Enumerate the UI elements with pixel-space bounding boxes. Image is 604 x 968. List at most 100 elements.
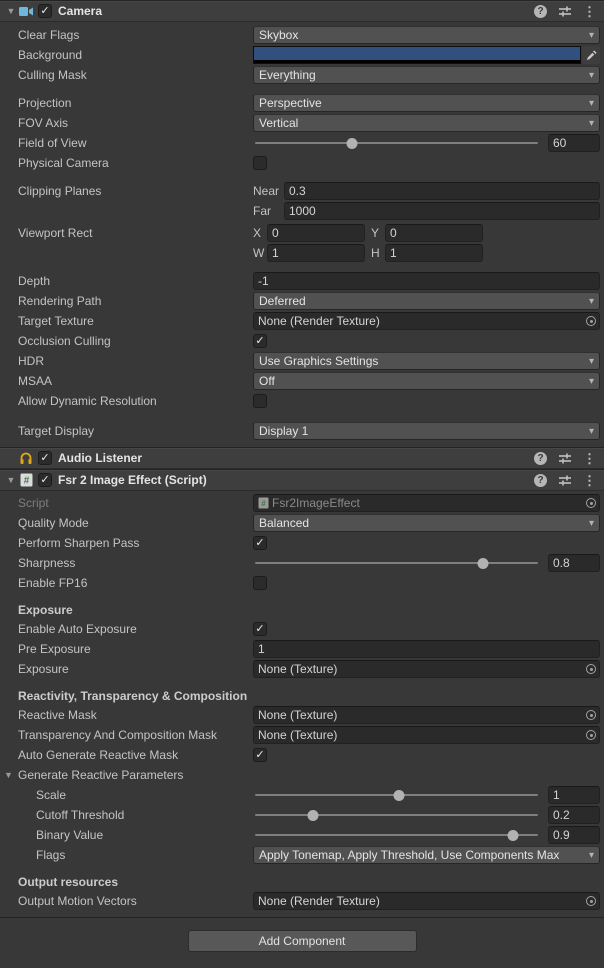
- more-menu-icon[interactable]: ⋮: [583, 452, 596, 465]
- perform-sharpen-pass-checkbox[interactable]: ✓: [253, 536, 267, 550]
- object-picker-icon[interactable]: [583, 727, 599, 743]
- output-motion-vectors-object-field[interactable]: None (Render Texture): [253, 892, 600, 910]
- msaa-dropdown[interactable]: Off ▾: [253, 372, 600, 390]
- physical-camera-checkbox[interactable]: ✓: [253, 156, 267, 170]
- eyedropper-icon[interactable]: [582, 46, 600, 64]
- target-display-dropdown[interactable]: Display 1 ▾: [253, 422, 600, 440]
- y-label: Y: [371, 226, 385, 240]
- foldout-open-icon[interactable]: ▼: [4, 770, 18, 780]
- binary-value-slider[interactable]: [253, 826, 540, 844]
- foldout-open-icon[interactable]: ▼: [4, 6, 18, 16]
- dropdown-value: Display 1: [259, 424, 308, 438]
- object-picker-icon[interactable]: [583, 893, 599, 909]
- scale-slider[interactable]: [253, 786, 540, 804]
- rendering-path-dropdown[interactable]: Deferred ▾: [253, 292, 600, 310]
- color-swatch[interactable]: [253, 46, 581, 64]
- viewport-x-field[interactable]: [267, 224, 365, 242]
- field-label: Auto Generate Reactive Mask: [18, 748, 253, 762]
- field-label: Occlusion Culling: [18, 334, 253, 348]
- slider-handle[interactable]: [477, 558, 488, 569]
- presets-icon[interactable]: [558, 5, 572, 18]
- enable-auto-exposure-checkbox[interactable]: ✓: [253, 622, 267, 636]
- field-label: Pre Exposure: [18, 642, 253, 656]
- viewport-w-input[interactable]: [268, 245, 364, 261]
- camera-enabled-checkbox[interactable]: ✓: [38, 4, 52, 18]
- add-component-button[interactable]: Add Component: [188, 930, 417, 952]
- culling-mask-dropdown[interactable]: Everything ▾: [253, 66, 600, 84]
- fov-axis-dropdown[interactable]: Vertical ▾: [253, 114, 600, 132]
- hdr-dropdown[interactable]: Use Graphics Settings ▾: [253, 352, 600, 370]
- pre-exposure-input[interactable]: [254, 641, 599, 657]
- enable-fp16-checkbox[interactable]: ✓: [253, 576, 267, 590]
- transparency-mask-object-field[interactable]: None (Texture): [253, 726, 600, 744]
- pre-exposure-field[interactable]: [253, 640, 600, 658]
- allow-dynamic-resolution-checkbox[interactable]: ✓: [253, 394, 267, 408]
- field-label: Field of View: [18, 136, 253, 150]
- slider-handle[interactable]: [347, 138, 358, 149]
- field-of-view-input[interactable]: [549, 135, 599, 151]
- sharpness-value[interactable]: [548, 554, 600, 572]
- clipping-near-input[interactable]: [285, 183, 599, 199]
- sharpness-slider[interactable]: [253, 554, 540, 572]
- background-color-field[interactable]: [253, 46, 600, 64]
- object-picker-icon[interactable]: [583, 661, 599, 677]
- viewport-y-field[interactable]: [385, 224, 483, 242]
- slider-handle[interactable]: [507, 830, 518, 841]
- field-of-view-slider[interactable]: [253, 134, 540, 152]
- binary-value-value[interactable]: [548, 826, 600, 844]
- presets-icon[interactable]: [558, 452, 572, 465]
- depth-field[interactable]: [253, 272, 600, 290]
- field-of-view-value[interactable]: [548, 134, 600, 152]
- help-icon[interactable]: ?: [534, 452, 547, 465]
- flags-dropdown[interactable]: Apply Tonemap, Apply Threshold, Use Comp…: [253, 846, 600, 864]
- slider-handle[interactable]: [394, 790, 405, 801]
- audio-listener-component-header[interactable]: ▼ ✓ Audio Listener ? ⋮: [0, 447, 604, 469]
- help-icon[interactable]: ?: [534, 474, 547, 487]
- cutoff-threshold-slider[interactable]: [253, 806, 540, 824]
- auto-generate-reactive-mask-checkbox[interactable]: ✓: [253, 748, 267, 762]
- object-picker-icon[interactable]: [583, 495, 599, 511]
- camera-component-header[interactable]: ▼ ✓ Camera ? ⋮: [0, 0, 604, 22]
- object-picker-icon[interactable]: [583, 707, 599, 723]
- field-row-transparency-mask: Transparency And Composition Mask None (…: [0, 725, 604, 745]
- quality-mode-dropdown[interactable]: Balanced ▾: [253, 514, 600, 532]
- more-menu-icon[interactable]: ⋮: [583, 5, 596, 18]
- foldout-open-icon[interactable]: ▼: [4, 475, 18, 485]
- field-label: Clear Flags: [18, 28, 253, 42]
- field-row-rendering-path: Rendering Path Deferred ▾: [0, 291, 604, 311]
- field-row-occlusion-culling: Occlusion Culling ✓: [0, 331, 604, 351]
- object-field-value: None (Texture): [258, 662, 583, 676]
- viewport-w-field[interactable]: [267, 244, 365, 262]
- cutoff-threshold-input[interactable]: [549, 807, 599, 823]
- cutoff-threshold-value[interactable]: [548, 806, 600, 824]
- fsr2-enabled-checkbox[interactable]: ✓: [38, 473, 52, 487]
- audio-listener-enabled-checkbox[interactable]: ✓: [38, 451, 52, 465]
- projection-dropdown[interactable]: Perspective ▾: [253, 94, 600, 112]
- clipping-far-field[interactable]: [284, 202, 600, 220]
- clipping-far-input[interactable]: [285, 203, 599, 219]
- exposure-object-field[interactable]: None (Texture): [253, 660, 600, 678]
- clear-flags-dropdown[interactable]: Skybox ▾: [253, 26, 600, 44]
- viewport-h-field[interactable]: [385, 244, 483, 262]
- occlusion-culling-checkbox[interactable]: ✓: [253, 334, 267, 348]
- clipping-near-field[interactable]: [284, 182, 600, 200]
- reactive-mask-object-field[interactable]: None (Texture): [253, 706, 600, 724]
- scale-value[interactable]: [548, 786, 600, 804]
- object-picker-icon[interactable]: [583, 313, 599, 329]
- field-row-target-texture: Target Texture None (Render Texture): [0, 311, 604, 331]
- field-row-culling-mask: Culling Mask Everything ▾: [0, 65, 604, 85]
- slider-handle[interactable]: [308, 810, 319, 821]
- depth-input[interactable]: [254, 273, 599, 289]
- sharpness-input[interactable]: [549, 555, 599, 571]
- presets-icon[interactable]: [558, 474, 572, 487]
- binary-value-input[interactable]: [549, 827, 599, 843]
- viewport-x-input[interactable]: [268, 225, 364, 241]
- more-menu-icon[interactable]: ⋮: [583, 474, 596, 487]
- viewport-y-input[interactable]: [386, 225, 482, 241]
- target-texture-object-field[interactable]: None (Render Texture): [253, 312, 600, 330]
- field-label: Exposure: [18, 662, 253, 676]
- scale-input[interactable]: [549, 787, 599, 803]
- viewport-h-input[interactable]: [386, 245, 482, 261]
- fsr2-component-header[interactable]: ▼ # ✓ Fsr 2 Image Effect (Script) ? ⋮: [0, 469, 604, 491]
- help-icon[interactable]: ?: [534, 5, 547, 18]
